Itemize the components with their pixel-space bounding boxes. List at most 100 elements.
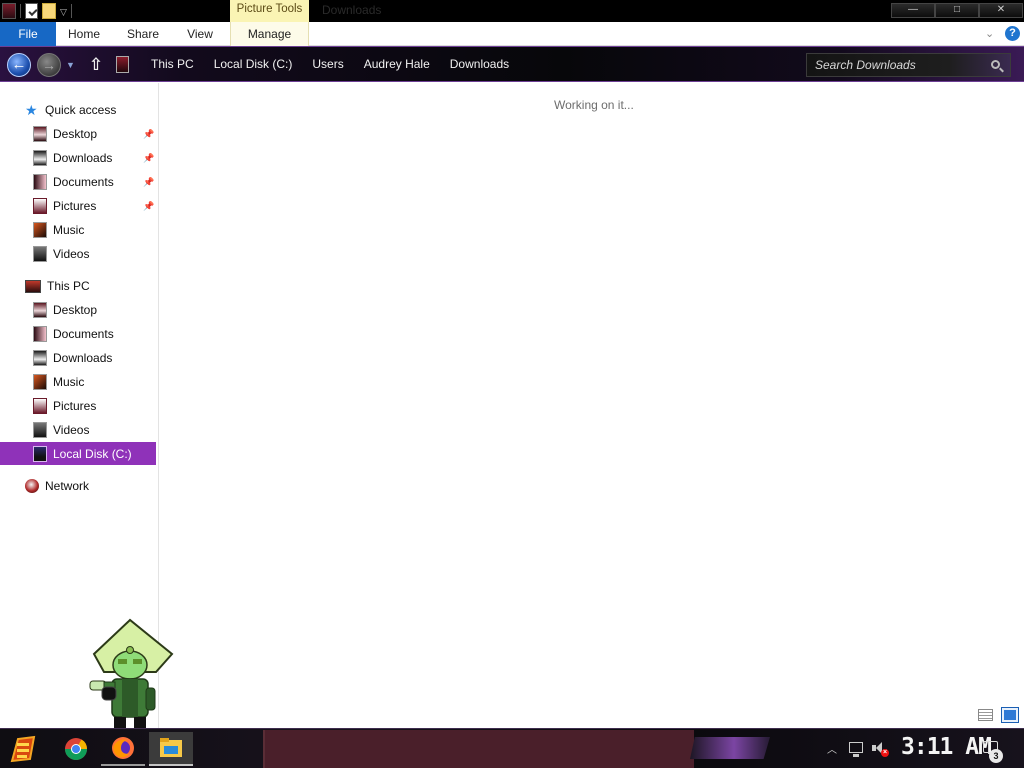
sidebar-item-label: This PC	[47, 279, 90, 293]
sidebar-item-pc-documents[interactable]: Documents	[33, 323, 114, 345]
sidebar-item-quick-access[interactable]: ★ Quick access	[25, 99, 116, 121]
tab-manage[interactable]: Manage	[230, 22, 309, 46]
close-button[interactable]: ✕	[979, 3, 1023, 18]
hard-drive-icon	[33, 445, 47, 462]
expand-ribbon-icon[interactable]: ⌄	[985, 27, 994, 40]
downloads-icon	[33, 150, 47, 166]
music-icon	[33, 222, 47, 238]
tab-share[interactable]: Share	[120, 22, 166, 46]
up-button[interactable]: ⇧	[86, 55, 106, 75]
back-button[interactable]: ←	[7, 53, 31, 77]
firefox-icon	[112, 737, 134, 759]
taskbar-file-explorer[interactable]	[149, 732, 193, 766]
sidebar-item-label: Music	[53, 223, 85, 237]
address-bar: ← → ▼ ⇧ This PC Local Disk (C:) Users Au…	[0, 46, 1024, 82]
pin-icon[interactable]: 📌	[143, 154, 154, 163]
sidebar-item-qa-documents[interactable]: Documents	[33, 171, 114, 193]
ribbon-tabs: File Home Share View Manage ⌄ ?	[0, 22, 1024, 46]
search-placeholder: Search Downloads	[815, 58, 916, 72]
videos-icon	[33, 422, 47, 438]
pin-icon[interactable]: 📌	[143, 178, 154, 187]
muted-badge-icon: ×	[881, 749, 889, 757]
pictures-icon	[33, 198, 47, 214]
taskbar-clock[interactable]: 3:11 AM	[901, 734, 992, 760]
maximize-button[interactable]: □	[935, 3, 979, 18]
customize-qat-icon[interactable]: ▽	[60, 7, 67, 18]
large-icons-view-icon[interactable]	[1001, 707, 1019, 723]
new-folder-icon[interactable]	[42, 3, 56, 19]
pin-icon[interactable]: 📌	[143, 202, 154, 211]
documents-icon	[33, 326, 47, 342]
properties-icon[interactable]	[25, 3, 38, 19]
sidebar-item-pc-videos[interactable]: Videos	[33, 419, 89, 441]
videos-icon	[33, 246, 47, 262]
sidebar-item-pc-desktop[interactable]: Desktop	[33, 299, 97, 321]
sidebar-item-pc-music[interactable]: Music	[33, 371, 84, 393]
sidebar-item-network[interactable]: Network	[25, 475, 89, 497]
loading-status: Working on it...	[554, 98, 634, 112]
sidebar-item-label: Downloads	[53, 151, 113, 165]
sidebar-item-label: Local Disk (C:)	[53, 446, 132, 461]
sidebar-item-qa-downloads[interactable]: Downloads	[33, 147, 112, 169]
star-icon: ★	[25, 102, 38, 118]
quick-access-toolbar: ▽	[0, 0, 72, 22]
drive-icon	[116, 56, 129, 73]
search-icon[interactable]	[991, 60, 1000, 69]
qat-separator	[20, 4, 21, 18]
sidebar-item-label: Documents	[53, 175, 114, 189]
sidebar-item-local-disk[interactable]: Local Disk (C:)	[0, 442, 156, 465]
downloads-icon	[33, 350, 47, 366]
computer-icon	[25, 279, 41, 293]
breadcrumb: This PC Local Disk (C:) Users Audrey Hal…	[141, 47, 519, 83]
character-desktop-sticker	[89, 618, 174, 735]
taskbar-empty-area[interactable]	[263, 730, 694, 768]
tab-view[interactable]: View	[180, 22, 220, 46]
sidebar-item-label: Pictures	[53, 199, 97, 213]
pin-icon[interactable]: 📌	[143, 130, 154, 139]
tab-home[interactable]: Home	[62, 22, 106, 46]
search-input[interactable]: Search Downloads	[806, 53, 1011, 77]
details-view-icon[interactable]	[978, 709, 993, 721]
sidebar-item-label: Desktop	[53, 127, 98, 141]
sidebar-item-pc-pictures[interactable]: Pictures	[33, 395, 96, 417]
help-icon[interactable]: ?	[1005, 26, 1020, 41]
sidebar-item-qa-music[interactable]: Music	[33, 219, 84, 241]
sidebar-item-qa-pictures[interactable]: Pictures	[33, 195, 96, 217]
show-hidden-icons-icon[interactable]: ︿	[827, 741, 837, 756]
sidebar-item-qa-videos[interactable]: Videos	[33, 243, 89, 265]
taskbar-decoration	[690, 737, 770, 759]
title-bar: ▽ Picture Tools Downloads — □ ✕	[0, 0, 1024, 22]
breadcrumb-downloads[interactable]: Downloads	[440, 47, 519, 83]
network-icon[interactable]	[849, 742, 863, 757]
sidebar-item-label: Network	[45, 479, 90, 493]
sidebar-item-pc-downloads[interactable]: Downloads	[33, 347, 112, 369]
breadcrumb-users[interactable]: Users	[302, 47, 353, 83]
breadcrumb-this-pc[interactable]: This PC	[141, 47, 204, 83]
taskbar-firefox[interactable]	[101, 732, 145, 766]
file-explorer-icon	[160, 738, 182, 757]
sidebar-item-this-pc[interactable]: This PC	[25, 275, 90, 297]
pictures-icon	[33, 398, 47, 414]
desktop-icon	[33, 302, 47, 318]
sidebar-item-label: Documents	[53, 327, 114, 341]
documents-icon	[33, 174, 47, 190]
sidebar-item-label: Desktop	[53, 303, 98, 317]
sidebar-item-label: Quick access	[45, 103, 117, 117]
tab-file[interactable]: File	[0, 22, 56, 46]
taskbar-chrome[interactable]	[54, 732, 98, 766]
breadcrumb-user[interactable]: Audrey Hale	[354, 47, 440, 83]
sidebar-item-label: Pictures	[53, 399, 97, 413]
start-button-icon[interactable]	[8, 735, 38, 763]
sidebar-item-qa-desktop[interactable]: Desktop	[33, 123, 97, 145]
forward-button[interactable]: →	[37, 53, 61, 77]
recent-locations-icon[interactable]: ▼	[66, 60, 75, 70]
minimize-button[interactable]: —	[891, 3, 935, 18]
sidebar-item-label: Videos	[53, 423, 90, 437]
file-list-pane[interactable]: Working on it...	[160, 83, 1024, 728]
sidebar-item-label: Videos	[53, 247, 90, 261]
taskbar: ︿ × 3:11 AM 3	[0, 728, 1024, 768]
breadcrumb-local-disk[interactable]: Local Disk (C:)	[204, 47, 303, 83]
qat-separator	[70, 4, 72, 18]
chrome-icon	[65, 738, 87, 760]
app-icon[interactable]	[2, 3, 16, 19]
